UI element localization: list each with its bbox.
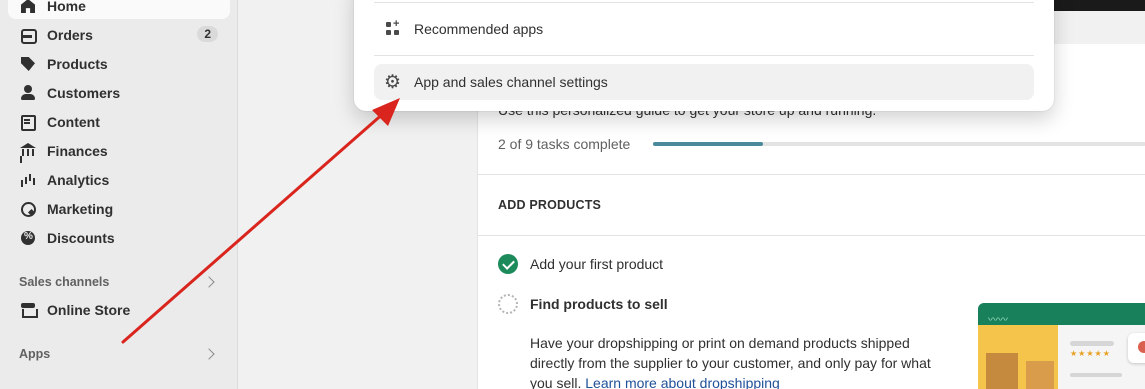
annotation-arrow <box>121 98 400 344</box>
